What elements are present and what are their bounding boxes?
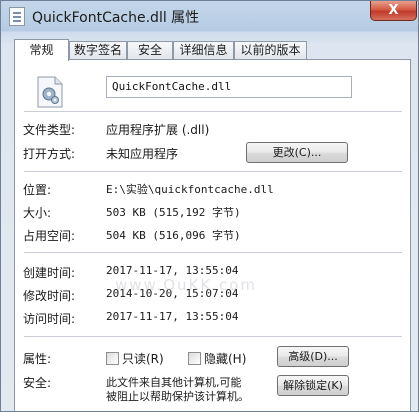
separator — [24, 252, 402, 253]
size-value: 503 KB (515,192 字节) — [106, 206, 241, 219]
advanced-button[interactable]: 高级(D)... — [277, 346, 349, 367]
security-label: 安全: — [23, 376, 52, 390]
location-label: 位置: — [23, 183, 52, 197]
opens-with-label: 打开方式: — [23, 147, 76, 161]
size-label: 大小: — [23, 206, 52, 220]
separator — [24, 171, 402, 172]
readonly-label: 只读(R) — [122, 352, 164, 366]
hidden-checkbox[interactable]: 隐藏(H) — [188, 350, 246, 367]
size-on-disk-value: 504 KB (516,096 字节) — [106, 229, 241, 242]
readonly-checkbox[interactable]: 只读(R) — [106, 350, 164, 367]
separator — [24, 336, 402, 337]
tab-digital-signatures[interactable]: 数字签名 — [69, 41, 127, 60]
tab-details[interactable]: 详细信息 — [173, 41, 234, 60]
dll-file-icon — [37, 76, 63, 108]
checkbox-box[interactable] — [106, 352, 119, 365]
accessed-label: 访问时间: — [23, 312, 76, 326]
close-icon: X — [388, 3, 399, 18]
file-type-label: 文件类型: — [23, 123, 76, 137]
file-type-value: 应用程序扩展 (.dll) — [106, 123, 210, 137]
tab-security[interactable]: 安全 — [127, 41, 173, 60]
close-button[interactable]: X — [370, 1, 417, 21]
watermark-text: www.QuKK.com — [115, 276, 257, 294]
security-text-line2: 被阻止以帮助保护该计算机。 — [106, 390, 249, 403]
change-button[interactable]: 更改(C)... — [246, 142, 348, 163]
modified-label: 修改时间: — [23, 289, 76, 303]
properties-dialog: QuickFontCache.dll 属性 X 常规 数字签名 安全 详细信息 … — [0, 0, 419, 412]
size-on-disk-label: 占用空间: — [23, 229, 76, 243]
accessed-value: 2017-11-17, 13:55:04 — [106, 310, 239, 323]
document-icon — [9, 7, 25, 26]
location-value: E:\实验\quickfontcache.dll — [106, 183, 274, 196]
file-name-input[interactable]: QuickFontCache.dll — [106, 76, 352, 98]
general-panel: QuickFontCache.dll 文件类型: 应用程序扩展 (.dll) 打… — [14, 59, 411, 411]
separator — [24, 111, 402, 112]
title-bar[interactable]: QuickFontCache.dll 属性 X — [1, 1, 418, 31]
hidden-label: 隐藏(H) — [204, 352, 247, 366]
checkbox-box[interactable] — [188, 352, 201, 365]
opens-with-value: 未知应用程序 — [106, 147, 179, 161]
window-title: QuickFontCache.dll 属性 — [32, 10, 200, 26]
attributes-label: 属性: — [23, 352, 52, 366]
tab-strip: 常规 数字签名 安全 详细信息 以前的版本 — [14, 39, 411, 61]
created-label: 创建时间: — [23, 266, 76, 280]
unblock-button[interactable]: 解除锁定(K) — [277, 375, 349, 396]
tab-general[interactable]: 常规 — [14, 39, 69, 61]
tab-previous-versions[interactable]: 以前的版本 — [234, 41, 307, 60]
